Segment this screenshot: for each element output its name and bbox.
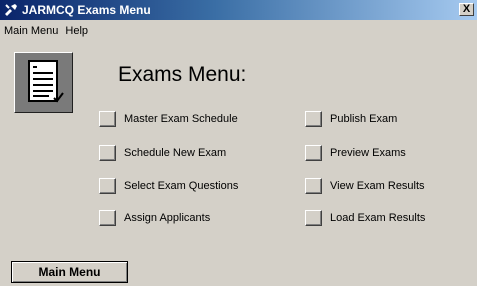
close-button[interactable]: X [459,3,474,16]
load-exam-results-option[interactable]: Load Exam Results [305,209,425,227]
view-exam-results-button[interactable] [305,178,322,194]
preview-exams-button[interactable] [305,145,322,161]
select-exam-questions-option[interactable]: Select Exam Questions [99,177,238,195]
close-icon: X [462,3,471,15]
page-title: Exams Menu: [118,63,247,86]
publish-exam-option[interactable]: Publish Exam [305,110,397,128]
view-exam-results-option[interactable]: View Exam Results [305,177,425,195]
exams-menu-window: JARMCQ Exams Menu X Main Menu Help Exams… [0,0,477,286]
assign-applicants-label: Assign Applicants [124,212,211,224]
window-title: JARMCQ Exams Menu [22,3,151,17]
publish-exam-button[interactable] [305,111,322,127]
assign-applicants-option[interactable]: Assign Applicants [99,209,210,227]
main-menu-button[interactable]: Main Menu [11,261,128,283]
title-bar[interactable]: JARMCQ Exams Menu X [0,0,477,20]
menu-bar: Main Menu Help [0,22,91,40]
publish-exam-label: Publish Exam [330,113,398,125]
menu-main-menu[interactable]: Main Menu [1,25,61,37]
preview-exams-option[interactable]: Preview Exams [305,144,406,162]
load-exam-results-label: Load Exam Results [330,212,426,224]
checklist-document-icon [14,52,73,113]
select-exam-questions-label: Select Exam Questions [124,180,239,192]
menu-help[interactable]: Help [62,25,91,37]
master-exam-schedule-option[interactable]: Master Exam Schedule [99,110,238,128]
master-exam-schedule-button[interactable] [99,111,116,127]
schedule-new-exam-option[interactable]: Schedule New Exam [99,144,226,162]
select-exam-questions-button[interactable] [99,178,116,194]
tool-icon [3,2,19,18]
preview-exams-label: Preview Exams [330,147,406,159]
view-exam-results-label: View Exam Results [330,180,425,192]
schedule-new-exam-button[interactable] [99,145,116,161]
schedule-new-exam-label: Schedule New Exam [124,147,227,159]
load-exam-results-button[interactable] [305,210,322,226]
assign-applicants-button[interactable] [99,210,116,226]
master-exam-schedule-label: Master Exam Schedule [124,113,238,125]
